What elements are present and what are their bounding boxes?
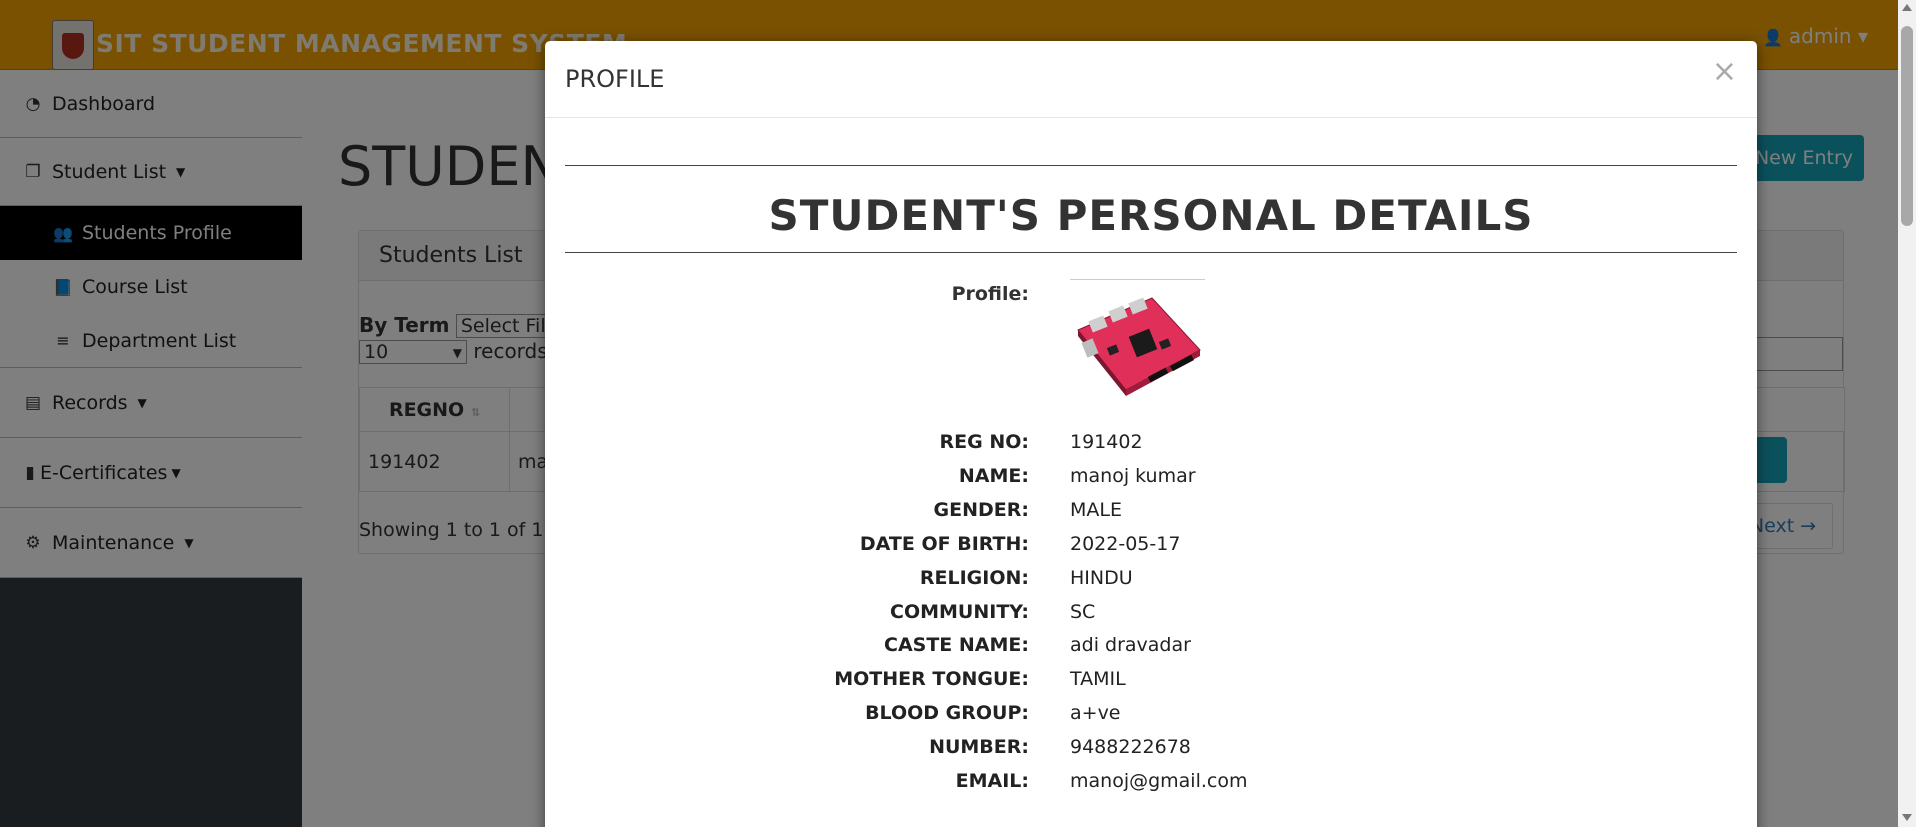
scrollbar-thumb[interactable]	[1901, 26, 1913, 226]
field-value: adi dravadar	[1070, 634, 1191, 656]
divider	[565, 252, 1737, 253]
field-label: DATE OF BIRTH:	[859, 533, 1029, 555]
field-label: CASTE NAME:	[884, 634, 1029, 656]
profile-label: Profile:	[951, 283, 1029, 305]
field-value: manoj@gmail.com	[1070, 770, 1248, 792]
modal-header: PROFILE ×	[545, 41, 1757, 118]
profile-photo	[1070, 279, 1205, 414]
divider	[565, 165, 1737, 166]
profile-modal: PROFILE × STUDENT'S PERSONAL DETAILS Pro…	[545, 41, 1757, 827]
field-email: EMAIL: manoj@gmail.com	[545, 770, 1757, 800]
field-value: HINDU	[1070, 567, 1133, 589]
field-blood-group: BLOOD GROUP: a+ve	[545, 702, 1757, 732]
field-label: EMAIL:	[955, 770, 1029, 792]
scroll-down-arrow-icon[interactable]	[1902, 814, 1912, 821]
field-label: MOTHER TONGUE:	[834, 668, 1029, 690]
field-number: NUMBER: 9488222678	[545, 736, 1757, 766]
modal-title: PROFILE	[565, 65, 665, 93]
field-gender: GENDER: MALE	[545, 499, 1757, 529]
field-mother-tongue: MOTHER TONGUE: TAMIL	[545, 668, 1757, 698]
field-value: 191402	[1070, 431, 1143, 453]
field-religion: RELIGION: HINDU	[545, 567, 1757, 597]
field-reg-no: REG NO: 191402	[545, 431, 1757, 461]
field-label: RELIGION:	[919, 567, 1029, 589]
field-label: NAME:	[958, 465, 1029, 487]
field-value: a+ve	[1070, 702, 1121, 724]
field-label: COMMUNITY:	[890, 601, 1029, 623]
field-value: TAMIL	[1070, 668, 1126, 690]
field-label: REG NO:	[939, 431, 1029, 453]
field-label: GENDER:	[933, 499, 1029, 521]
scroll-up-arrow-icon[interactable]	[1902, 4, 1912, 11]
details-heading: STUDENT'S PERSONAL DETAILS	[768, 191, 1534, 240]
field-date-of-birth: DATE OF BIRTH: 2022-05-17	[545, 533, 1757, 563]
field-value: manoj kumar	[1070, 465, 1196, 487]
field-value: 2022-05-17	[1070, 533, 1181, 555]
field-value: MALE	[1070, 499, 1122, 521]
field-caste-name: CASTE NAME: adi dravadar	[545, 634, 1757, 664]
page-scrollbar[interactable]	[1898, 0, 1916, 827]
field-value: SC	[1070, 601, 1096, 623]
field-community: COMMUNITY: SC	[545, 601, 1757, 631]
field-value: 9488222678	[1070, 736, 1191, 758]
field-name: NAME: manoj kumar	[545, 465, 1757, 495]
field-label: NUMBER:	[929, 736, 1029, 758]
field-label: BLOOD GROUP:	[865, 702, 1029, 724]
close-icon[interactable]: ×	[1712, 57, 1737, 87]
circuit-board-image	[1077, 297, 1201, 396]
